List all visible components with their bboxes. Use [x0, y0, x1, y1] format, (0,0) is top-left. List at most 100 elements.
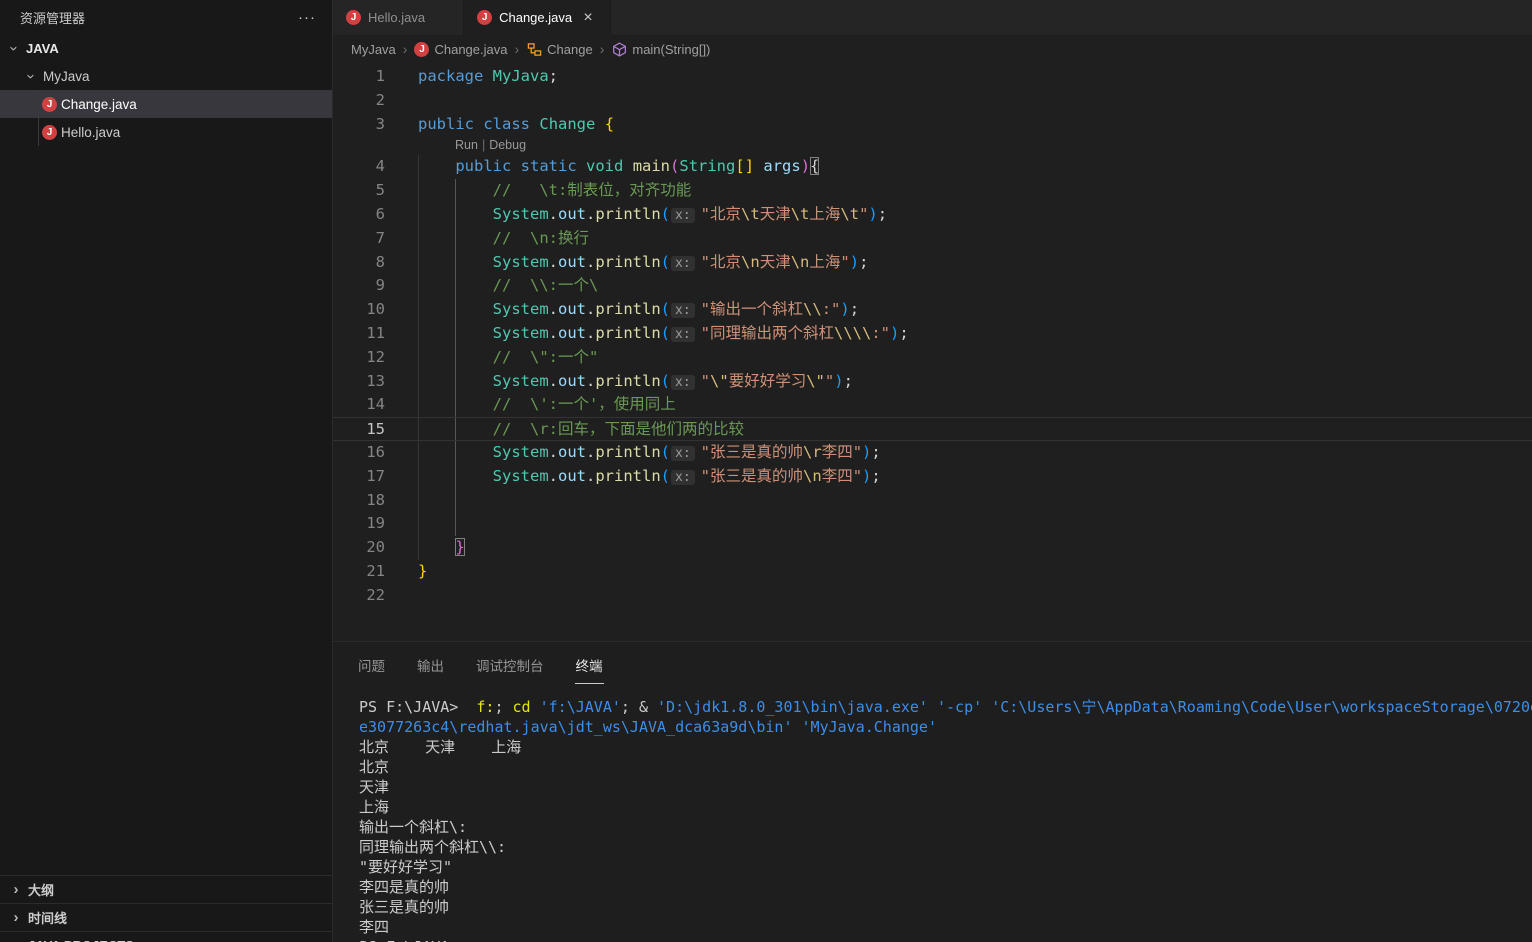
code-line-11[interactable]: 11 System.out.println(x: "同理输出两个斜杠\\\\:")… [333, 321, 1532, 346]
terminal-token: PS F:\JAVA> [359, 938, 458, 942]
code-line-13[interactable]: 13 System.out.println(x: "\"要好好学习\""); [333, 369, 1532, 394]
panel-tab-终端[interactable]: 终端 [574, 647, 604, 684]
code-line-17[interactable]: 17 System.out.println(x: "张三是真的帅\n李四"); [333, 464, 1532, 489]
sidebar-section-大纲[interactable]: › 大纲 [0, 875, 332, 903]
breadcrumb-label: MyJava [351, 41, 396, 57]
terminal-token: 上海 [359, 798, 390, 816]
code-line-10[interactable]: 10 System.out.println(x: "输出一个斜杠\\:"); [333, 298, 1532, 322]
breadcrumb-item-1[interactable]: MyJava [351, 42, 396, 57]
code-token: "北京 [700, 252, 742, 271]
terminal-token: 北京 天津 上海 [359, 738, 522, 756]
indent-guide [455, 298, 457, 322]
code-line-21[interactable]: 21} [333, 560, 1532, 584]
indent-guide [418, 298, 419, 322]
terminal-token: 'f:\JAVA' [539, 698, 621, 716]
sidebar-section-java-projects[interactable]: › JAVA PROJECTS [0, 931, 332, 942]
code-token: println [595, 252, 661, 271]
codelens-debug-link[interactable]: Debug [489, 138, 526, 152]
indent-guide [455, 512, 457, 537]
code-token: ( [660, 466, 671, 485]
tab-change-java[interactable]: J Change.java × [464, 0, 612, 35]
code-line-1[interactable]: 1 package MyJava; [333, 65, 1532, 89]
code-token: println [595, 466, 661, 485]
code-token: "张三是真的帅 [700, 442, 804, 461]
code-token: . [548, 252, 558, 271]
code-token: System [492, 252, 549, 271]
code-line-15[interactable]: 15 // \r:回车，下面是他们两的比较 [333, 417, 1532, 441]
code-line-5[interactable]: 5 // \t:制表位，对齐功能 [333, 179, 1532, 203]
terminal-line-9: "要好好学习" [359, 857, 1532, 877]
tree-item-java[interactable]: › JAVA [0, 34, 332, 62]
indent-guide [418, 440, 419, 465]
code-line-4[interactable]: 4 public static void main(String[] args)… [333, 155, 1532, 180]
code-line-7[interactable]: 7 // \n:换行 [333, 226, 1532, 251]
code-token: System [492, 300, 549, 319]
breadcrumb-item-2[interactable]: J Change.java [414, 41, 507, 57]
code-line-20[interactable]: 20 } [333, 536, 1532, 560]
line-content: System.out.println(x: "张三是真的帅\r李四"); [418, 440, 1532, 465]
code-token: out [558, 323, 586, 342]
code-token: out [558, 300, 586, 319]
code-token: args [763, 157, 801, 176]
breadcrumb-item-4[interactable]: main(String[]) [611, 41, 710, 57]
terminal-line-10: 李四是真的帅 [359, 877, 1532, 897]
code-token: ; [899, 323, 909, 342]
line-number: 8 [375, 252, 385, 271]
code-line-18[interactable]: 18 [333, 488, 1532, 513]
code-line-9[interactable]: 9 // \\:一个\ [333, 274, 1532, 299]
panel-tab-输出[interactable]: 输出 [416, 647, 445, 684]
tree-item-hello-java[interactable]: J Hello.java [0, 118, 332, 146]
code-token: ; [548, 67, 559, 85]
chevron-down-icon: › [22, 73, 40, 79]
code-line-8[interactable]: 8 System.out.println(x: "北京\n天津\n上海"); [333, 250, 1532, 275]
breadcrumb-item-3[interactable]: Change [526, 41, 593, 57]
code-token: 李四" [821, 466, 863, 485]
more-actions-icon[interactable]: ··· [298, 9, 316, 26]
code-token: \t [840, 204, 860, 223]
code-line-19[interactable]: 19 [333, 512, 1532, 537]
code-line-6[interactable]: 6 System.out.println(x: "北京\t天津\t上海\t"); [333, 202, 1532, 227]
terminal[interactable]: PS F:\JAVA> f:; cd 'f:\JAVA'; & 'D:\jdk1… [333, 688, 1532, 942]
code-token: void [586, 157, 624, 176]
terminal-token: cd [512, 698, 531, 716]
code-token: // \\:一个\ [492, 276, 599, 295]
code-line-14[interactable]: 14 // \':一个'，使用同上 [333, 393, 1532, 418]
explorer-title: 资源管理器 [20, 10, 86, 26]
code-line-22[interactable]: 22 [333, 584, 1532, 608]
code-token: ( [660, 442, 671, 461]
sidebar-section-时间线[interactable]: › 时间线 [0, 903, 332, 931]
panel-tab-调试控制台[interactable]: 调试控制台 [475, 647, 545, 684]
code-line-3[interactable]: 3 public class Change { [333, 113, 1532, 137]
code-token: ; [859, 252, 869, 271]
code-token: . [586, 300, 596, 319]
line-number: 3 [375, 114, 385, 133]
tree-item-myjava[interactable]: › MyJava [0, 62, 332, 90]
code-token: \n [741, 252, 760, 271]
chevron-right-icon: › [8, 937, 24, 942]
code-line-12[interactable]: 12 // \":一个" [333, 345, 1532, 370]
close-icon[interactable]: × [579, 9, 597, 27]
code-token: ) [890, 323, 900, 342]
panel-tabbar: 问题 输出 调试控制台 终端 [333, 642, 1532, 688]
code-token: out [558, 466, 586, 485]
codelens-run-link[interactable]: Run [455, 138, 478, 152]
code-token: . [586, 371, 596, 390]
indent-guide [455, 274, 457, 299]
code-line-16[interactable]: 16 System.out.println(x: "张三是真的帅\r李四"); [333, 440, 1532, 465]
code-token: 天津 [759, 204, 791, 223]
code-line-2[interactable]: 2 [333, 89, 1532, 113]
panel-tab-问题[interactable]: 问题 [357, 647, 386, 684]
java-file-icon: J [42, 124, 57, 140]
terminal-token: 'D:\jdk1.8.0_301\bin\java.exe' [657, 698, 928, 716]
code-token: " [859, 204, 869, 223]
tab-hello-java[interactable]: JHello.java× [333, 0, 465, 35]
code-token: System [492, 466, 549, 485]
code-token: " [824, 371, 835, 390]
tree-item-change-java[interactable]: J Change.java [0, 90, 332, 118]
terminal-token: 北京 [359, 758, 390, 776]
code-editor[interactable]: 1 package MyJava; 2 3 public class Change {R… [333, 63, 1532, 641]
code-token: "同理输出两个斜杠 [700, 323, 835, 342]
